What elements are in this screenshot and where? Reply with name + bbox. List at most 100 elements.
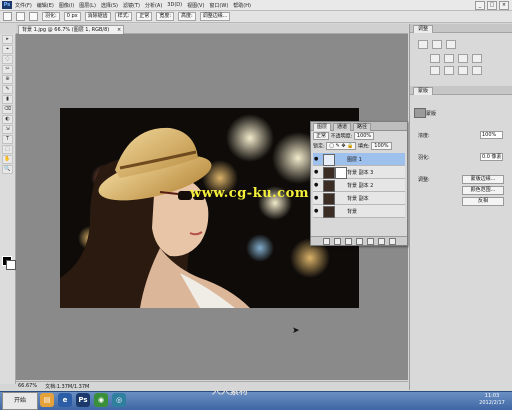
lock-icons[interactable]: ▢ ✎ ✥ 🔒	[326, 142, 357, 150]
layer-row[interactable]: ● 背景 副本	[313, 192, 405, 205]
density-input[interactable]: 100%	[480, 131, 503, 139]
tab-layers[interactable]: 图层	[313, 123, 332, 131]
add-selection-icon[interactable]	[29, 12, 38, 21]
move-tool-icon[interactable]: ▸	[2, 35, 13, 44]
adjustment-layer-icon[interactable]	[355, 237, 363, 245]
layer-row[interactable]: ● 背景 副本 3	[313, 166, 405, 179]
ie-icon[interactable]: e	[58, 393, 72, 407]
layer-name: 图层 1	[347, 157, 362, 163]
dodge-tool-icon[interactable]: ◐	[2, 115, 13, 124]
marquee-tool-icon[interactable]	[3, 12, 12, 21]
layer-name: 背景 副本 2	[347, 183, 374, 189]
adjust-brightness-icon[interactable]	[418, 40, 428, 49]
type-tool-icon[interactable]: T	[2, 135, 13, 144]
shape-tool-icon[interactable]: ⬚	[2, 145, 13, 154]
blend-opacity-row: 正常 不透明度: 100%	[313, 132, 405, 140]
eye-icon[interactable]: ●	[314, 156, 320, 162]
menu-layer[interactable]: 图层(L)	[79, 2, 96, 9]
zoom-level[interactable]: 66.67%	[18, 383, 37, 389]
eye-icon[interactable]: ●	[314, 195, 320, 201]
menu-filter[interactable]: 滤镜(T)	[123, 2, 140, 9]
eraser-tool-icon[interactable]: ⌫	[2, 105, 13, 114]
menu-window[interactable]: 窗口(W)	[209, 2, 228, 9]
menu-edit[interactable]: 编辑(E)	[37, 2, 54, 9]
close-button[interactable]: ×	[499, 0, 509, 10]
adjust-levels-icon[interactable]	[432, 40, 442, 49]
adjust-posterize-icon[interactable]	[444, 66, 454, 75]
invert-button[interactable]: 反相	[462, 197, 504, 206]
pen-tool-icon[interactable]: ⇲	[2, 125, 13, 134]
group-folder-icon[interactable]	[366, 237, 374, 245]
tab-channels[interactable]: 通道	[333, 123, 352, 131]
fill-label: 填充:	[357, 143, 370, 150]
explorer-icon[interactable]: ▤	[40, 393, 54, 407]
new-layer-icon[interactable]	[377, 237, 385, 245]
adjust-balance-icon[interactable]	[444, 54, 454, 63]
app2-taskbar-icon[interactable]: ◎	[112, 393, 126, 407]
layer-row[interactable]: ● 图层 1	[313, 153, 405, 166]
adjust-curves-icon[interactable]	[446, 40, 456, 49]
zoom-tool-icon[interactable]: 🔍	[2, 165, 13, 174]
eye-icon[interactable]: ●	[314, 182, 320, 188]
add-mask-icon[interactable]	[344, 237, 352, 245]
healing-tool-icon[interactable]: ⊕	[2, 75, 13, 84]
maximize-button[interactable]: □	[487, 0, 497, 10]
refine-edge-button[interactable]: 调整边缘...	[199, 12, 231, 21]
trash-icon[interactable]	[388, 237, 396, 245]
new-selection-icon[interactable]	[16, 12, 25, 21]
feather-input[interactable]: 0.0 像素	[480, 153, 503, 161]
feather-input[interactable]: 0 px	[63, 12, 81, 21]
masks-panel-header: 蒙版	[410, 86, 512, 95]
layer-mask-thumbnail[interactable]	[335, 167, 347, 179]
opacity-input[interactable]: 100%	[353, 132, 375, 140]
document-tab[interactable]: 背景 1.jpg @ 66.7% (图层 1, RGB/8) ×	[18, 25, 125, 34]
eye-icon[interactable]: ●	[314, 208, 320, 214]
photoshop-taskbar-icon[interactable]: Ps	[76, 393, 90, 407]
adjust-bw-icon[interactable]	[458, 54, 468, 63]
tab-paths[interactable]: 路径	[353, 123, 372, 131]
menu-bar: Ps 文件(F) 编辑(E) 图像(I) 图层(L) 选择(S) 滤镜(T) 分…	[0, 0, 512, 11]
adjust-photofilter-icon[interactable]	[472, 54, 482, 63]
stamp-tool-icon[interactable]: ▮	[2, 95, 13, 104]
adjust-gradientmap-icon[interactable]	[472, 66, 482, 75]
close-tab-icon[interactable]: ×	[117, 26, 121, 34]
menu-view[interactable]: 视图(V)	[187, 2, 204, 9]
app-taskbar-icon[interactable]: ◉	[94, 393, 108, 407]
tab-adjustments[interactable]: 调整	[413, 25, 434, 33]
adjust-threshold-icon[interactable]	[458, 66, 468, 75]
brand-watermark: 人人素材	[212, 387, 249, 397]
menu-help[interactable]: 帮助(H)	[233, 2, 251, 9]
lasso-tool-icon[interactable]: ◌	[2, 55, 13, 64]
mask-edge-button[interactable]: 蒙版边缘...	[462, 175, 504, 184]
menu-file[interactable]: 文件(F)	[15, 2, 32, 9]
fx-icon[interactable]	[333, 237, 341, 245]
adjust-hue-icon[interactable]	[430, 54, 440, 63]
marquee-tool-icon[interactable]: ⌖	[2, 45, 13, 54]
background-color-swatch[interactable]	[6, 260, 16, 270]
hand-tool-icon[interactable]: ✋	[2, 155, 13, 164]
fill-input[interactable]: 100%	[371, 142, 392, 150]
minimize-button[interactable]: _	[475, 0, 485, 10]
menu-3d[interactable]: 3D(D)	[167, 2, 182, 8]
layer-name: 背景 副本 3	[347, 170, 374, 176]
window-controls: _ □ ×	[475, 0, 509, 10]
link-layers-icon[interactable]	[322, 237, 330, 245]
menu-image[interactable]: 图像(I)	[59, 2, 74, 9]
crop-tool-icon[interactable]: ✂	[2, 65, 13, 74]
brush-tool-icon[interactable]: ✎	[2, 85, 13, 94]
antialias-checkbox[interactable]: 消除锯齿	[84, 12, 111, 21]
color-range-button[interactable]: 颜色范围...	[462, 186, 504, 195]
menu-analysis[interactable]: 分析(A)	[145, 2, 162, 9]
blend-mode-select[interactable]: 正常	[313, 132, 330, 140]
height-label: 高度:	[178, 12, 196, 21]
eye-icon[interactable]: ●	[314, 169, 320, 175]
layer-row[interactable]: ● 背景 副本 2	[313, 179, 405, 192]
tab-masks[interactable]: 蒙版	[413, 87, 434, 95]
document-tab-bar: 背景 1.jpg @ 66.7% (图层 1, RGB/8) ×	[16, 24, 408, 34]
menu-select[interactable]: 选择(S)	[101, 2, 118, 9]
start-button[interactable]: 开始	[2, 392, 38, 410]
photoshop-logo-icon: Ps	[2, 1, 12, 9]
style-select[interactable]: 正常	[136, 12, 153, 21]
layer-row[interactable]: ● 背景	[313, 205, 405, 218]
adjust-invert-icon[interactable]	[430, 66, 440, 75]
